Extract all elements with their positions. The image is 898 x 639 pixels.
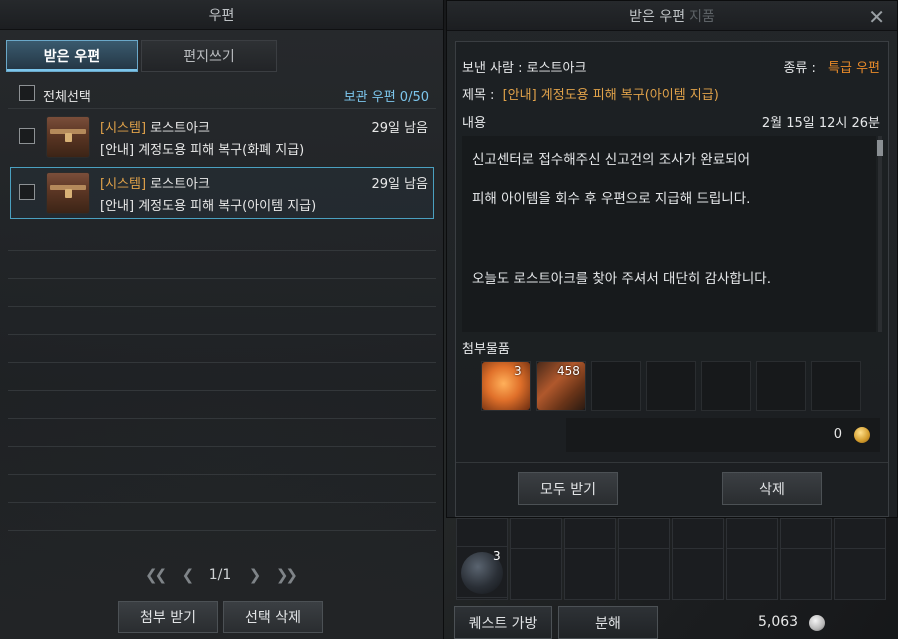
divider — [8, 250, 436, 251]
divider — [8, 108, 436, 109]
attachment-slot — [646, 361, 696, 411]
mail-sender: [시스템] 로스트아크 — [100, 117, 210, 136]
select-all-checkbox[interactable] — [19, 85, 35, 101]
receive-attachments-button[interactable]: 첨부 받기 — [118, 601, 218, 633]
inventory-slot[interactable] — [618, 548, 670, 600]
divider — [8, 474, 436, 475]
sender-label: 보낸 사람 : 로스트아크 — [462, 61, 587, 76]
divider — [8, 530, 436, 531]
receive-all-button[interactable]: 모두 받기 — [518, 472, 618, 505]
subject-line: 제목 : [안내] 계정도용 피해 복구(아이템 지급) — [462, 84, 719, 103]
days-remaining: 29일 남음 — [371, 177, 428, 192]
mail-item-checkbox[interactable] — [19, 184, 35, 200]
dismantle-button[interactable]: 분해 — [558, 606, 658, 639]
bag-slot[interactable]: 3 — [456, 546, 508, 598]
content-scrollbar[interactable] — [878, 136, 882, 332]
select-all-label: 전체선택 — [43, 90, 91, 105]
mail-view-title: 받은 우편 — [629, 8, 686, 25]
attachment-slot — [701, 361, 751, 411]
attachments-label: 첨부물품 — [462, 342, 510, 357]
close-icon[interactable]: ✕ — [868, 5, 885, 29]
divider — [456, 462, 888, 463]
mailbox-title: 우편 — [0, 0, 443, 30]
delete-button[interactable]: 삭제 — [722, 472, 822, 505]
treasure-chest-icon — [46, 116, 90, 158]
first-page-icon[interactable]: ❮❮ — [145, 566, 167, 584]
mail-subject: [안내] 계정도용 피해 복구(화폐 지급) — [100, 143, 305, 158]
divider — [8, 306, 436, 307]
divider — [8, 502, 436, 503]
scroll-thumb[interactable] — [877, 140, 883, 156]
storage-count: 보관 우편 0/50 — [343, 90, 429, 105]
mail-type: 종류 : 특급 우편 — [783, 57, 880, 76]
gold-attachment: 0 — [566, 418, 880, 452]
content-label: 내용 — [462, 116, 486, 131]
last-page-icon[interactable]: ❯❯ — [276, 566, 298, 584]
system-tag: [시스템] — [100, 177, 147, 192]
tab-write-letter[interactable]: 편지쓰기 — [141, 40, 277, 72]
bag-count: 3 — [493, 549, 501, 563]
inventory-slot[interactable] — [780, 548, 832, 600]
divider — [8, 418, 436, 419]
inventory-slot[interactable] — [726, 548, 778, 600]
mail-item[interactable]: [시스템] 로스트아크 29일 남음 [안내] 계정도용 피해 복구(화폐 지급… — [10, 111, 434, 163]
attachment-slot — [591, 361, 641, 411]
attachment-slot — [811, 361, 861, 411]
orange-capsule-icon[interactable] — [482, 362, 530, 410]
silver-amount: 5,063 — [758, 614, 799, 630]
title-overlap-text: 지품 — [689, 8, 715, 25]
inventory-slot[interactable] — [510, 548, 562, 600]
divider — [8, 334, 436, 335]
quest-bag-button[interactable]: 퀘스트 가방 — [454, 606, 552, 639]
subject-label: 제목 : — [462, 88, 495, 103]
silver-coin-icon — [809, 615, 825, 631]
days-remaining: 29일 남음 — [371, 121, 428, 136]
attachment-count: 3 — [514, 364, 522, 378]
system-tag: [시스템] — [100, 121, 147, 136]
content-line: 피해 아이템을 회수 후 우편으로 지급해 드립니다. — [472, 191, 751, 207]
attachment-count: 458 — [557, 364, 580, 378]
mail-item-checkbox[interactable] — [19, 128, 35, 144]
subject-value: [안내] 계정도용 피해 복구(아이템 지급) — [502, 88, 719, 103]
mail-content: 신고센터로 접수해주신 신고건의 조사가 완료되어 피해 아이템을 회수 후 우… — [462, 136, 883, 332]
mail-item-selected[interactable]: [시스템] 로스트아크 29일 남음 [안내] 계정도용 피해 복구(아이템 지… — [10, 167, 434, 219]
mail-view-window: 받은 우편 지품 ✕ 보낸 사람 : 로스트아크 종류 : 특급 우편 제목 :… — [446, 0, 898, 518]
sender-name: 로스트아크 — [150, 177, 210, 192]
mail-view-titlebar: 받은 우편 지품 — [447, 1, 897, 31]
page-indicator: 1/1 — [208, 567, 232, 583]
divider — [8, 362, 436, 363]
tab-received-mail[interactable]: 받은 우편 — [6, 40, 138, 72]
mail-subject: [안내] 계정도용 피해 복구(아이템 지급) — [100, 199, 317, 214]
mail-detail-panel: 보낸 사람 : 로스트아크 종류 : 특급 우편 제목 : [안내] 계정도용 … — [455, 41, 889, 517]
inventory-slot[interactable] — [564, 548, 616, 600]
mail-sender: [시스템] 로스트아크 — [100, 173, 210, 192]
gold-amount: 0 — [833, 427, 842, 442]
inventory-slot[interactable] — [672, 548, 724, 600]
pagination: ❮❮ ❮ 1/1 ❯ ❯❯ — [145, 564, 298, 586]
type-value: 특급 우편 — [828, 61, 880, 76]
type-label: 종류 : — [783, 61, 816, 76]
divider — [8, 446, 436, 447]
treasure-chest-icon — [46, 172, 90, 214]
mail-date: 2월 15일 12시 26분 — [761, 116, 880, 131]
gold-coin-icon — [854, 427, 870, 443]
inventory-slot[interactable] — [834, 548, 886, 600]
mailbox-window: 우편 받은 우편 편지쓰기 전체선택 보관 우편 0/50 [시스템] 로스트아… — [0, 0, 444, 639]
sender-name: 로스트아크 — [150, 121, 210, 136]
divider — [8, 278, 436, 279]
content-line: 신고센터로 접수해주신 신고건의 조사가 완료되어 — [472, 152, 750, 168]
content-line: 오늘도 로스트아크를 찾아 주셔서 대단히 감사합니다. — [472, 271, 771, 287]
attachment-slot — [756, 361, 806, 411]
delete-selected-button[interactable]: 선택 삭제 — [223, 601, 323, 633]
divider — [8, 390, 436, 391]
next-page-icon[interactable]: ❯ — [249, 566, 261, 584]
prev-page-icon[interactable]: ❮ — [182, 566, 194, 584]
